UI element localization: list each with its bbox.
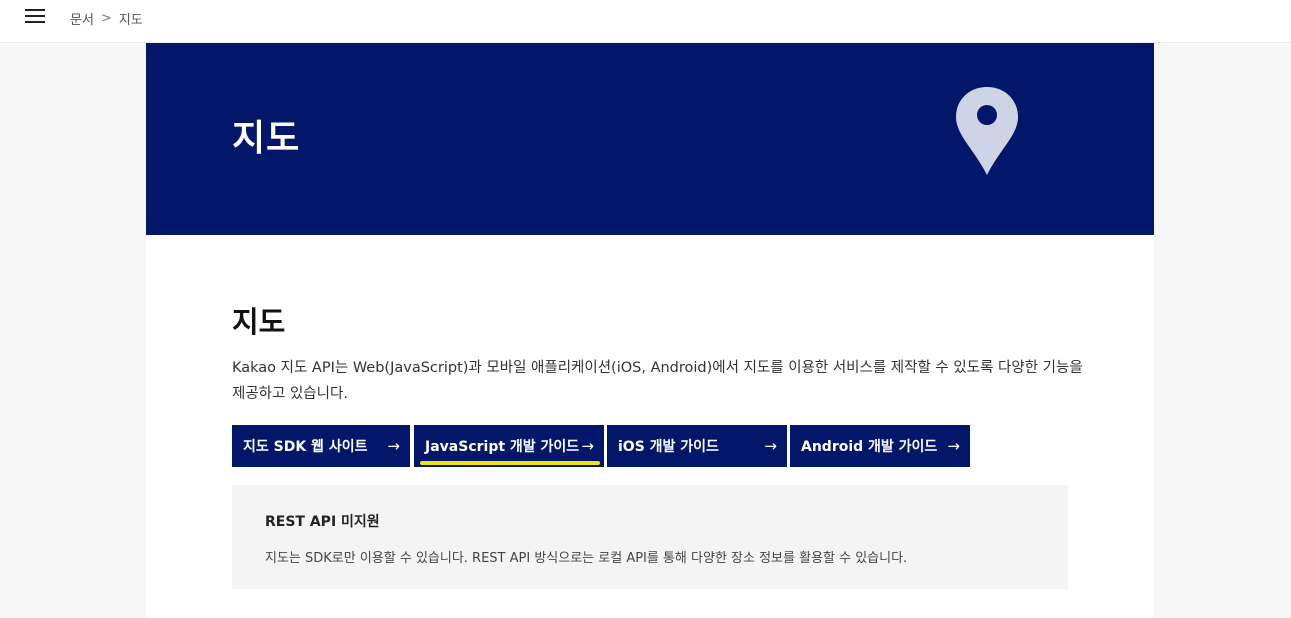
arrow-right-icon: →: [581, 437, 594, 455]
page-description: Kakao 지도 API는 Web(JavaScript)과 모바일 애플리케이…: [232, 360, 1083, 402]
javascript-guide-button-label: JavaScript 개발 가이드: [425, 439, 580, 455]
ios-guide-button[interactable]: iOS 개발 가이드 →: [607, 425, 787, 467]
notice-text: 지도는 SDK로만 이용할 수 있습니다. REST API 방식으로는 로컬 …: [265, 551, 908, 566]
sdk-website-button[interactable]: 지도 SDK 웹 사이트 →: [232, 425, 410, 467]
breadcrumb-item-docs[interactable]: 문서: [70, 9, 94, 28]
breadcrumb-separator: >: [100, 11, 112, 26]
hamburger-menu-icon[interactable]: [25, 9, 45, 25]
breadcrumb-item-map[interactable]: 지도: [119, 9, 143, 28]
android-guide-button-label: Android 개발 가이드: [801, 439, 938, 455]
arrow-right-icon: →: [387, 437, 400, 455]
hero-title: 지도: [232, 118, 301, 159]
page-title: 지도: [232, 305, 286, 339]
map-pin-icon: [956, 87, 1018, 175]
sdk-website-button-label: 지도 SDK 웹 사이트: [243, 439, 368, 455]
android-guide-button[interactable]: Android 개발 가이드 →: [790, 425, 970, 467]
content-panel: 지도 지도 Kakao 지도 API는 Web(JavaScript)과 모바일…: [146, 43, 1154, 618]
arrow-right-icon: →: [764, 437, 777, 455]
breadcrumb: 문서 > 지도: [70, 9, 143, 28]
arrow-right-icon: →: [947, 437, 960, 455]
notice-box: REST API 미지원 지도는 SDK로만 이용할 수 있습니다. REST …: [232, 485, 1068, 589]
ios-guide-button-label: iOS 개발 가이드: [618, 439, 719, 455]
hero-banner: 지도: [146, 43, 1154, 235]
highlight-underline: [420, 461, 600, 465]
top-bar: 문서 > 지도: [0, 0, 1291, 43]
notice-title: REST API 미지원: [265, 514, 380, 530]
